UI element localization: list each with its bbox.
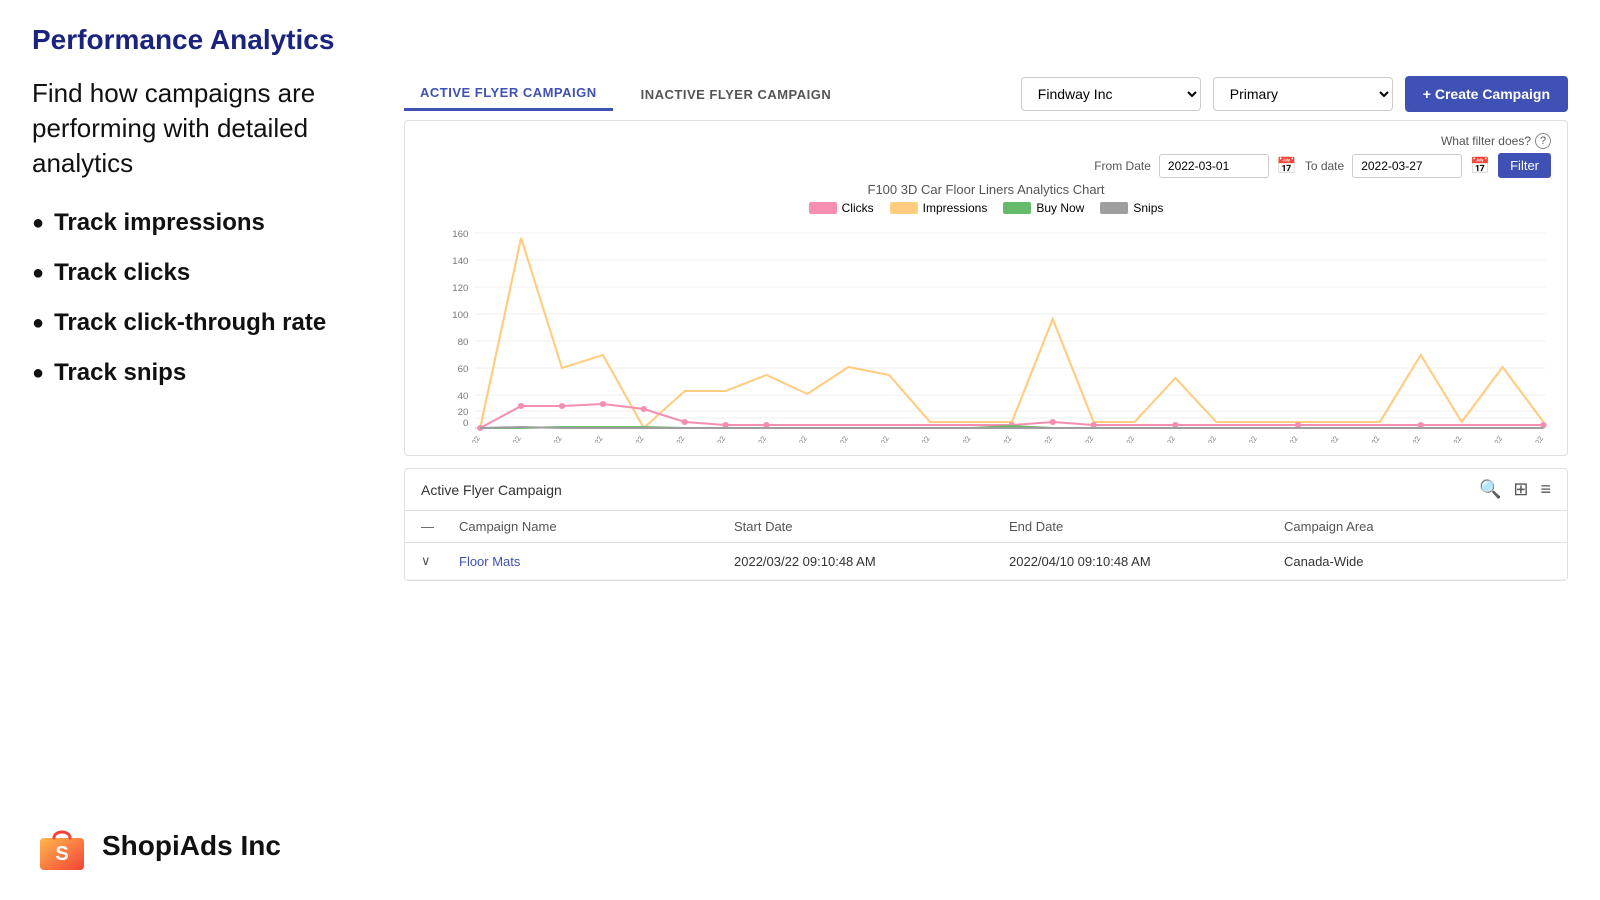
svg-text:03/14/2022: 03/14/2022	[987, 435, 1014, 443]
chart-container: What filter does? ? From Date 📅 To date …	[404, 120, 1568, 456]
row-start-date: 2022/03/22 09:10:48 AM	[734, 554, 1001, 569]
top-bar: ACTIVE FLYER CAMPAIGN INACTIVE FLYER CAM…	[404, 76, 1568, 112]
svg-text:120: 120	[452, 283, 468, 293]
legend-clicks-color	[809, 202, 837, 214]
svg-text:03/12/2022: 03/12/2022	[905, 435, 932, 443]
left-panel: Find how campaigns are performing with d…	[32, 76, 372, 792]
from-date-calendar-icon[interactable]: 📅	[1277, 156, 1297, 176]
shopiads-logo: S	[32, 816, 92, 876]
svg-text:03/10/2022: 03/10/2022	[823, 435, 850, 443]
row-end-date: 2022/04/10 09:10:48 AM	[1009, 554, 1276, 569]
columns-icon[interactable]: ⊞	[1513, 479, 1528, 500]
svg-text:03/15/2022: 03/15/2022	[1028, 435, 1055, 443]
svg-text:S: S	[55, 843, 68, 865]
tab-inactive-flyer[interactable]: INACTIVE FLYER CAMPAIGN	[625, 79, 848, 110]
legend-clicks: Clicks	[809, 201, 874, 215]
row-expand-icon[interactable]: ∨	[421, 553, 451, 569]
svg-text:03/20/2022: 03/20/2022	[1232, 435, 1259, 443]
from-date-input[interactable]	[1159, 154, 1269, 178]
svg-text:160: 160	[452, 229, 468, 239]
search-icon[interactable]: 🔍	[1479, 479, 1501, 500]
svg-text:03/01/2022: 03/01/2022	[455, 435, 482, 443]
svg-text:03/22/2022: 03/22/2022	[1314, 435, 1341, 443]
table-icons: 🔍 ⊞ ≡	[1479, 479, 1551, 500]
row-campaign-area: Canada-Wide	[1284, 554, 1551, 569]
chart-area: 160 140 120 100 80 60 40 20 0	[421, 223, 1551, 443]
legend-buynow: Buy Now	[1003, 201, 1084, 215]
what-filter-label: What filter does? ?	[1441, 133, 1551, 149]
create-campaign-button[interactable]: + Create Campaign	[1405, 76, 1568, 112]
feature-item-impressions: Track impressions	[32, 209, 372, 237]
svg-text:20: 20	[458, 407, 469, 417]
svg-text:03/19/2022: 03/19/2022	[1191, 435, 1218, 443]
filter-icon[interactable]: ≡	[1540, 479, 1551, 500]
svg-text:03/08/2022: 03/08/2022	[741, 435, 768, 443]
legend-snips-color	[1100, 202, 1128, 214]
to-date-calendar-icon[interactable]: 📅	[1470, 156, 1490, 176]
to-date-input[interactable]	[1352, 154, 1462, 178]
svg-text:03/17/2022: 03/17/2022	[1109, 435, 1136, 443]
right-panel: ACTIVE FLYER CAMPAIGN INACTIVE FLYER CAM…	[404, 76, 1568, 792]
svg-text:03/26/2022: 03/26/2022	[1477, 435, 1504, 443]
chart-title: F100 3D Car Floor Liners Analytics Chart	[421, 182, 1551, 197]
svg-text:03/27/2022: 03/27/2022	[1518, 435, 1545, 443]
company-name: ShopiAds Inc	[102, 830, 281, 862]
feature-list: Track impressions Track clicks Track cli…	[32, 209, 372, 387]
svg-text:03/13/2022: 03/13/2022	[946, 435, 973, 443]
description-text: Find how campaigns are performing with d…	[32, 76, 372, 181]
table-section-title: Active Flyer Campaign	[421, 482, 562, 498]
company-dropdown[interactable]: Findway Inc	[1021, 77, 1201, 111]
chart-header: What filter does? ? From Date 📅 To date …	[421, 133, 1551, 178]
campaign-link[interactable]: Floor Mats	[459, 554, 520, 569]
type-dropdown[interactable]: Primary	[1213, 77, 1393, 111]
svg-text:03/24/2022: 03/24/2022	[1396, 435, 1423, 443]
col-area-header: Campaign Area	[1284, 519, 1551, 534]
col-name-header: Campaign Name	[459, 519, 726, 534]
svg-text:03/05/2022: 03/05/2022	[619, 435, 646, 443]
feature-item-clicks: Track clicks	[32, 259, 372, 287]
svg-text:100: 100	[452, 310, 468, 320]
tab-active-flyer[interactable]: ACTIVE FLYER CAMPAIGN	[404, 77, 613, 111]
table-header-bar: Active Flyer Campaign 🔍 ⊞ ≡	[405, 469, 1567, 510]
svg-text:03/16/2022: 03/16/2022	[1068, 435, 1095, 443]
svg-text:03/06/2022: 03/06/2022	[660, 435, 687, 443]
svg-text:03/21/2022: 03/21/2022	[1273, 435, 1300, 443]
svg-text:40: 40	[458, 391, 469, 401]
legend-snips: Snips	[1100, 201, 1163, 215]
logo-area: S ShopiAds Inc	[32, 816, 1568, 876]
svg-text:03/04/2022: 03/04/2022	[578, 435, 605, 443]
feature-item-ctr: Track click-through rate	[32, 309, 372, 337]
svg-text:60: 60	[458, 364, 469, 374]
feature-item-snips: Track snips	[32, 359, 372, 387]
col-start-header: Start Date	[734, 519, 1001, 534]
filter-button[interactable]: Filter	[1498, 153, 1551, 178]
svg-text:03/25/2022: 03/25/2022	[1437, 435, 1464, 443]
svg-text:0: 0	[463, 418, 468, 428]
svg-text:03/11/2022: 03/11/2022	[864, 435, 891, 443]
table-row: ∨ Floor Mats 2022/03/22 09:10:48 AM 2022…	[405, 543, 1567, 580]
chart-legend: Clicks Impressions Buy Now Snips	[421, 201, 1551, 215]
svg-text:80: 80	[458, 337, 469, 347]
svg-text:03/02/2022: 03/02/2022	[496, 435, 523, 443]
legend-buynow-color	[1003, 202, 1031, 214]
page-title: Performance Analytics	[32, 24, 1568, 56]
svg-text:140: 140	[452, 256, 468, 266]
svg-text:03/09/2022: 03/09/2022	[782, 435, 809, 443]
table-area: Active Flyer Campaign 🔍 ⊞ ≡ — Campaign N…	[404, 468, 1568, 581]
row-campaign-name: Floor Mats	[459, 554, 726, 569]
filter-row: From Date 📅 To date 📅 Filter	[1094, 153, 1551, 178]
svg-text:03/18/2022: 03/18/2022	[1150, 435, 1177, 443]
svg-text:03/23/2022: 03/23/2022	[1355, 435, 1382, 443]
table-column-headers: — Campaign Name Start Date End Date Camp…	[405, 510, 1567, 543]
col-end-header: End Date	[1009, 519, 1276, 534]
legend-impressions-color	[890, 202, 918, 214]
legend-impressions: Impressions	[890, 201, 988, 215]
svg-text:03/03/2022: 03/03/2022	[537, 435, 564, 443]
analytics-chart: 160 140 120 100 80 60 40 20 0	[421, 223, 1551, 443]
svg-text:03/07/2022: 03/07/2022	[700, 435, 727, 443]
col-toggle-header: —	[421, 519, 451, 534]
filter-help-icon[interactable]: ?	[1535, 133, 1551, 149]
